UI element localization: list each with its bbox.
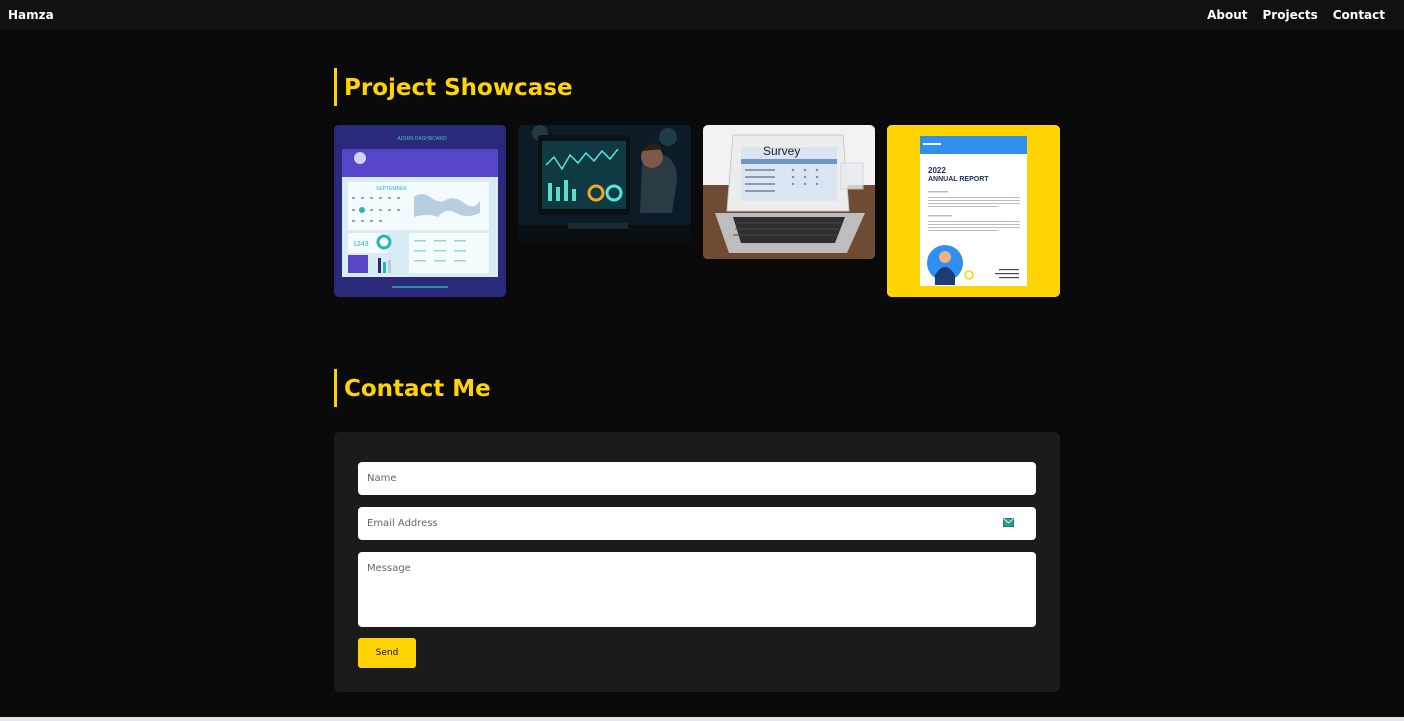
data-analyst-image xyxy=(518,125,691,243)
bottom-edge-strip xyxy=(0,717,1404,721)
project-card-survey[interactable]: Survey xyxy=(703,125,875,259)
name-input[interactable] xyxy=(358,462,1036,495)
dashboard-metric-value: 1243 xyxy=(353,241,369,248)
main-nav: About Projects Contact xyxy=(1207,8,1385,22)
project-card-data-analysis[interactable] xyxy=(518,125,691,243)
calendar-month-text: SEPTEMBER xyxy=(376,186,407,192)
contact-form: Send xyxy=(334,432,1060,692)
admin-dashboard-image: ADMIN DASHBOARD SEPTEMBER 1243 xyxy=(334,125,506,297)
nav-projects-link[interactable]: Projects xyxy=(1263,8,1318,22)
project-gallery: ADMIN DASHBOARD SEPTEMBER 1243 Survey 20… xyxy=(334,125,1060,297)
dashboard-header-text: ADMIN DASHBOARD xyxy=(397,136,447,142)
annual-report-image: 2022 ANNUAL REPORT xyxy=(887,125,1060,297)
top-navbar: Hamza About Projects Contact xyxy=(0,0,1404,30)
message-input[interactable] xyxy=(358,552,1036,627)
report-year-text: 2022 xyxy=(928,166,946,175)
send-button[interactable]: Send xyxy=(358,638,416,668)
nav-contact-link[interactable]: Contact xyxy=(1333,8,1385,22)
project-card-annual-report[interactable]: 2022 ANNUAL REPORT xyxy=(887,125,1060,297)
envelope-icon xyxy=(1003,518,1014,527)
survey-laptop-image: Survey xyxy=(703,125,875,259)
project-card-admin-dashboard[interactable]: ADMIN DASHBOARD SEPTEMBER 1243 xyxy=(334,125,506,297)
nav-about-link[interactable]: About xyxy=(1207,8,1247,22)
projects-section-title: Project Showcase xyxy=(334,68,573,106)
email-input[interactable] xyxy=(358,507,1036,540)
report-title-text: ANNUAL REPORT xyxy=(928,176,989,183)
survey-title-text: Survey xyxy=(763,144,800,158)
brand-name[interactable]: Hamza xyxy=(8,8,54,22)
contact-section-title: Contact Me xyxy=(334,369,491,407)
